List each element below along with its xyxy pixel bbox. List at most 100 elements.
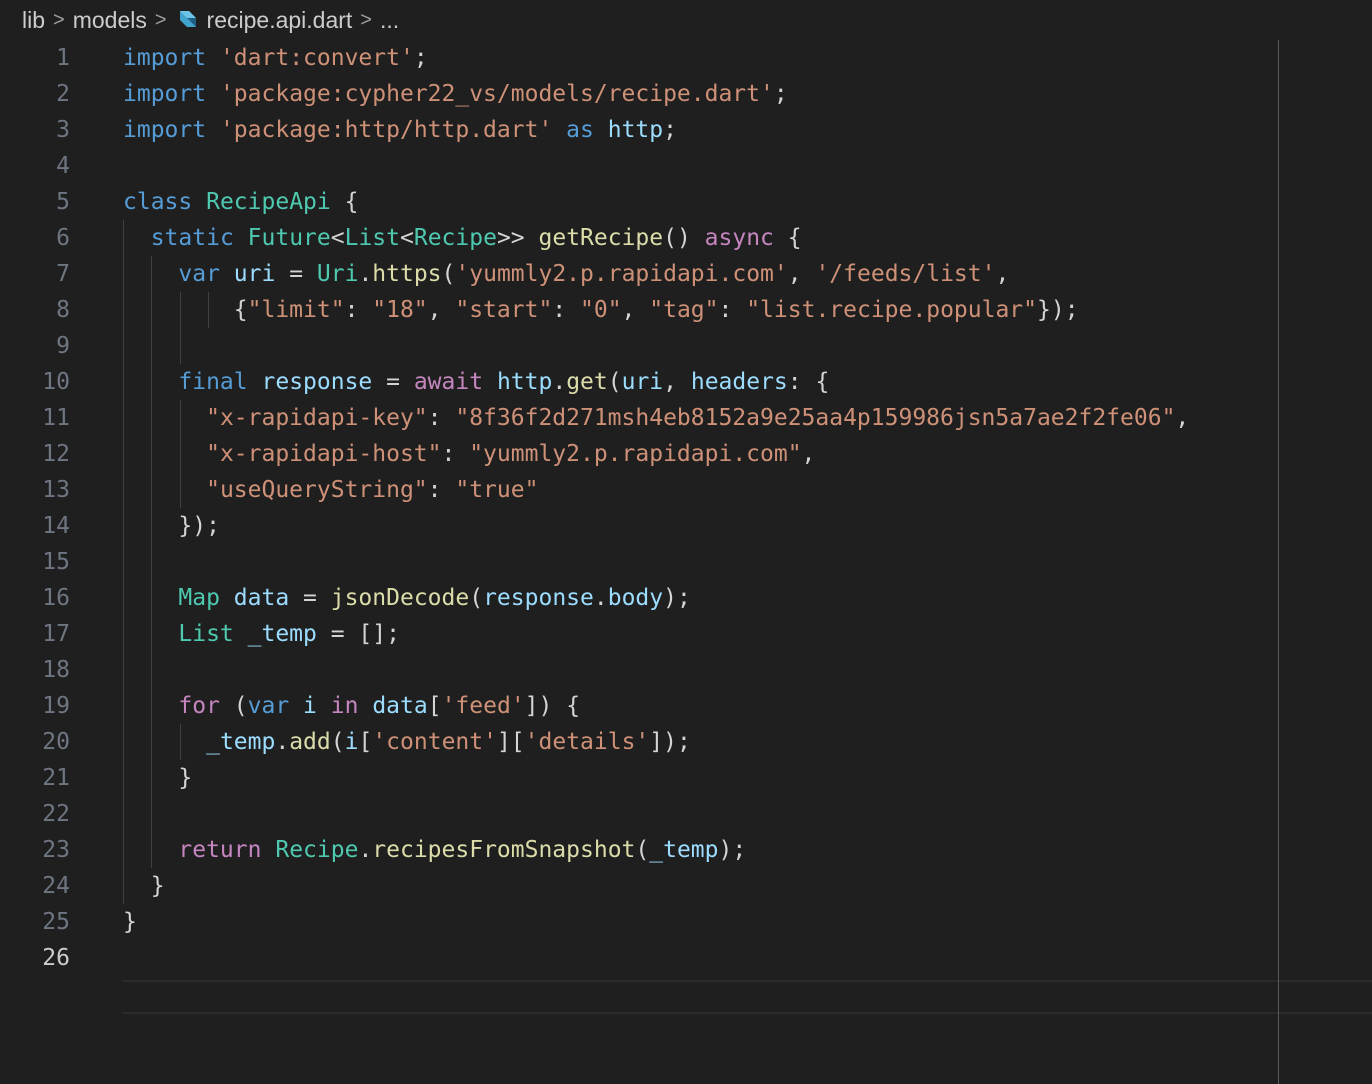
code-line[interactable]: 10 final response = await http.get(uri, … — [0, 364, 1372, 400]
code-token: import — [123, 81, 207, 107]
code-line[interactable]: 25} — [0, 904, 1372, 940]
code-token: List — [344, 225, 400, 251]
code-line[interactable]: 14 }); — [0, 508, 1372, 544]
code-text: return Recipe.recipesFromSnapshot(_temp)… — [123, 832, 746, 868]
code-token: ( — [219, 693, 248, 719]
code-line[interactable]: 11 "x-rapidapi-key": "8f36f2d271msh4eb81… — [0, 400, 1372, 436]
code-line[interactable]: 1 import 'dart:convert'; — [0, 40, 1372, 76]
code-token: import — [123, 117, 207, 143]
code-token: ][ — [496, 729, 525, 755]
code-token: : — [718, 297, 747, 323]
code-line[interactable]: 2 import 'package:cypher22_vs/models/reci… — [0, 76, 1372, 112]
code-token: ( — [469, 585, 484, 611]
code-token: "limit" — [247, 297, 345, 323]
code-line[interactable]: 3 import 'package:http/http.dart' as http… — [0, 112, 1372, 148]
code-text: List _temp = []; — [123, 616, 400, 652]
code-line[interactable]: 13 "useQueryString": "true" — [0, 472, 1372, 508]
code-token: : { — [787, 369, 830, 395]
line-number: 20 — [42, 729, 70, 755]
code-line[interactable]: 18 — [0, 652, 1372, 688]
line-number: 21 — [42, 765, 70, 791]
code-token: List — [178, 621, 234, 647]
line-number: 12 — [42, 441, 70, 467]
code-token: i — [344, 729, 359, 755]
code-line[interactable]: 16 Map data = jsonDecode(response.body); — [0, 580, 1372, 616]
code-line[interactable]: 5 class RecipeApi { — [0, 184, 1372, 220]
breadcrumb-item-symbols[interactable]: ... — [380, 7, 399, 34]
code-line[interactable]: 26 — [0, 940, 1372, 976]
code-token: RecipeApi — [206, 189, 331, 215]
code-token: uri — [621, 369, 664, 395]
code-text: import 'dart:convert'; — [123, 40, 428, 76]
code-token: 'package:cypher22_vs/models/recipe.dart' — [219, 81, 774, 107]
code-line[interactable]: 6 static Future<List<Recipe>> getRecipe(… — [0, 220, 1372, 256]
code-token: ( — [441, 261, 456, 287]
code-line[interactable]: 7 var uri = Uri.https('yummly2.p.rapidap… — [0, 256, 1372, 292]
code-token: 'dart:convert' — [219, 45, 414, 71]
code-line[interactable]: 24 } — [0, 868, 1372, 904]
code-token: "true" — [455, 477, 539, 503]
code-token: Recipe — [275, 837, 359, 863]
code-line[interactable]: 12 "x-rapidapi-host": "yummly2.p.rapidap… — [0, 436, 1372, 472]
code-token: }); — [1037, 297, 1079, 323]
code-line[interactable]: 15 — [0, 544, 1372, 580]
breadcrumb-item-file[interactable]: recipe.api.dart — [207, 7, 353, 34]
code-text: import 'package:http/http.dart' as http; — [123, 112, 677, 148]
code-token: '/feeds/list' — [815, 261, 996, 287]
code-line[interactable]: 17 List _temp = []; — [0, 616, 1372, 652]
code-token: ); — [663, 585, 691, 611]
code-token: getRecipe — [538, 225, 664, 251]
current-line-highlight — [123, 980, 1372, 1014]
code-token: : — [427, 405, 456, 431]
code-line[interactable]: 4 — [0, 148, 1372, 184]
code-token: { — [123, 297, 248, 323]
code-token: [ — [358, 729, 373, 755]
code-token: ]); — [649, 729, 691, 755]
code-token: "x-rapidapi-key" — [206, 405, 428, 431]
code-line[interactable]: 23 return Recipe.recipesFromSnapshot(_te… — [0, 832, 1372, 868]
code-line[interactable]: 8 {"limit": "18", "start": "0", "tag": "… — [0, 292, 1372, 328]
line-number: 4 — [56, 153, 70, 179]
code-token: ]) { — [524, 693, 581, 719]
code-token: . — [275, 729, 290, 755]
code-editor[interactable]: 1 import 'dart:convert'; 2 import 'package:… — [0, 40, 1372, 1084]
code-token: ; — [413, 45, 428, 71]
code-text: var uri = Uri.https('yummly2.p.rapidapi.… — [123, 256, 1009, 292]
code-text: } — [123, 760, 192, 796]
code-line[interactable]: 22 — [0, 796, 1372, 832]
code-token: () — [663, 225, 705, 251]
code-token: . — [593, 585, 608, 611]
code-token: import — [123, 45, 207, 71]
code-token: add — [289, 729, 331, 755]
code-token: 'package:http/http.dart' — [219, 117, 553, 143]
breadcrumb-item-lib[interactable]: lib — [22, 7, 45, 34]
code-token: = — [275, 261, 317, 287]
code-line[interactable]: 21 } — [0, 760, 1372, 796]
code-token: Recipe — [413, 225, 497, 251]
line-number: 22 — [42, 801, 70, 827]
code-token: final — [178, 369, 248, 395]
code-line[interactable]: 20 _temp.add(i['content']['details']); — [0, 724, 1372, 760]
code-text: } — [123, 868, 165, 904]
code-token: , — [427, 297, 456, 323]
code-token: static — [150, 225, 234, 251]
code-text: }); — [123, 508, 220, 544]
code-line[interactable]: 9 — [0, 328, 1372, 364]
code-token: for — [178, 693, 220, 719]
code-token: var — [178, 261, 220, 287]
code-token: get — [566, 369, 608, 395]
line-number: 6 — [56, 225, 70, 251]
code-token: { — [773, 225, 802, 251]
code-line[interactable]: 19 for (var i in data['feed']) { — [0, 688, 1372, 724]
code-text: {"limit": "18", "start": "0", "tag": "li… — [123, 292, 1079, 328]
breadcrumb-item-models[interactable]: models — [73, 7, 147, 34]
code-token: data — [233, 585, 290, 611]
line-number: 14 — [42, 513, 70, 539]
